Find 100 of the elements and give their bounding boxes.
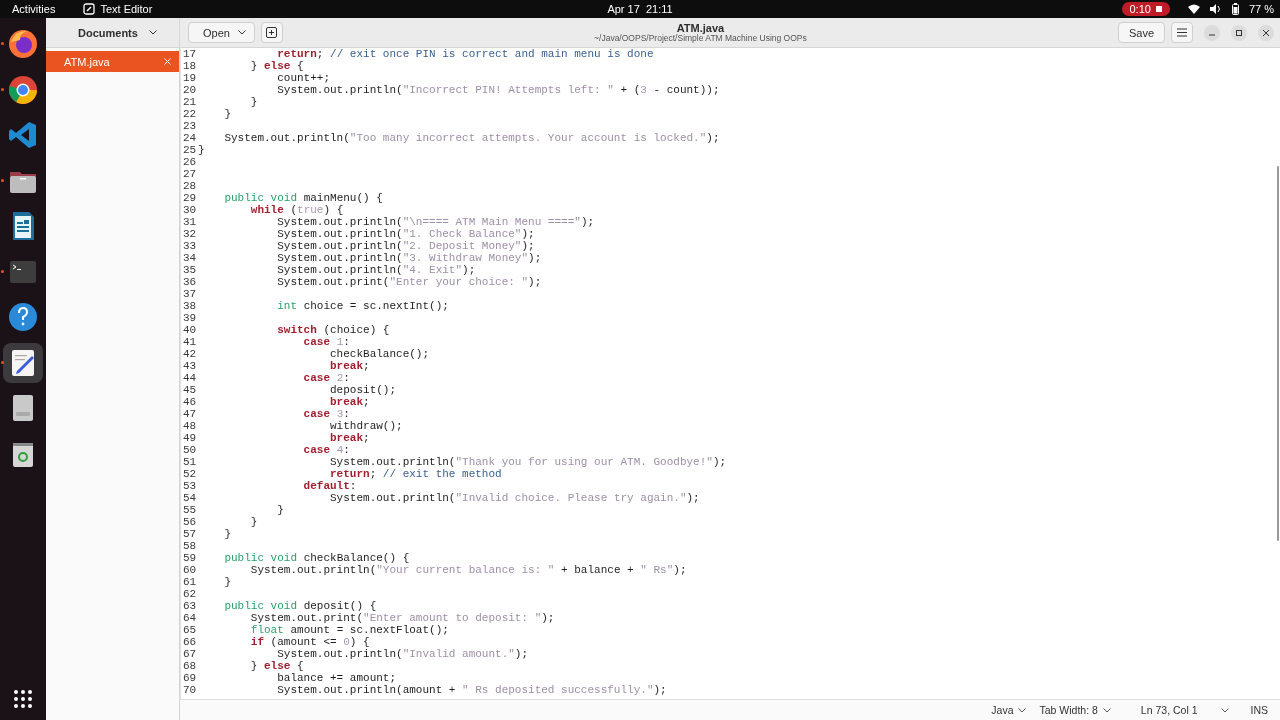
code-line: System.out.println("3. Withdraw Money");: [276, 252, 542, 264]
line-number: 68: [182, 660, 198, 672]
line-number: 34: [182, 252, 198, 264]
code-line: break;: [329, 360, 370, 372]
line-number: 67: [182, 648, 198, 660]
code-line: float amount = sc.nextFloat();: [249, 624, 449, 636]
line-number: 30: [182, 204, 198, 216]
activities-button[interactable]: Activities: [12, 3, 56, 15]
fox-browser-icon[interactable]: [7, 28, 39, 60]
code-line: int choice = sc.nextInt();: [276, 300, 449, 312]
line-number: 69: [182, 672, 198, 684]
cursor-position[interactable]: Ln 73, Col 1: [1140, 704, 1198, 716]
line-number: 40: [182, 324, 198, 336]
circle-browser-icon[interactable]: [7, 73, 39, 106]
language-dropdown[interactable]: Java: [991, 704, 1027, 716]
sidebar-title[interactable]: Documents: [78, 26, 138, 39]
line-number: 55: [182, 504, 198, 516]
code-line: System.out.print("Enter your choice: ");: [276, 276, 542, 288]
line-number: 39: [182, 312, 198, 324]
line-number: 17: [182, 48, 198, 60]
line-number: 41: [182, 336, 198, 348]
line-number: 19: [182, 72, 198, 84]
line-number: 54: [182, 492, 198, 504]
code-line: System.out.println("Invalid amount.");: [276, 648, 529, 660]
code-line: case 3:: [302, 408, 350, 420]
line-number: 64: [182, 612, 198, 624]
code-line: System.out.println("Incorrect PIN! Attempts left: " + (3 - count));: [276, 84, 720, 96]
code-line: }: [276, 504, 284, 516]
recording-indicator[interactable]: 0:10: [1121, 2, 1170, 16]
tab-width-dropdown[interactable]: Tab Width: 8: [1039, 704, 1111, 716]
line-number: 18: [182, 60, 198, 72]
minimize-button[interactable]: [1204, 24, 1220, 41]
scrollbar-thumb[interactable]: [1277, 166, 1279, 541]
close-icon[interactable]: [164, 58, 171, 65]
code-line: }: [249, 96, 258, 108]
maximize-button[interactable]: [1231, 24, 1247, 41]
code-line: deposit();: [329, 384, 397, 396]
open-button[interactable]: Open: [188, 22, 255, 43]
code-editor-icon[interactable]: [7, 119, 39, 151]
line-number: 62: [182, 588, 198, 600]
line-number: 46: [182, 396, 198, 408]
app-grid-icon[interactable]: [13, 689, 33, 709]
code-line: return; // exit once PIN is correct and main menu is done: [276, 48, 654, 60]
document-item[interactable]: ATM.java: [46, 51, 179, 72]
menu-button[interactable]: [1171, 22, 1193, 43]
code-line: break;: [329, 432, 370, 444]
code-line: }: [249, 516, 258, 528]
line-number: 66: [182, 636, 198, 648]
code-line: }: [223, 108, 231, 120]
plus-square-icon: [266, 27, 278, 38]
line-number: 24: [182, 132, 198, 144]
line-number: 25: [182, 144, 198, 156]
line-number: 60: [182, 564, 198, 576]
line-number: 35: [182, 264, 198, 276]
line-number: 56: [182, 516, 198, 528]
line-number: 42: [182, 348, 198, 360]
line-number: 44: [182, 372, 198, 384]
code-line: System.out.println("Too many incorrect attempts. Your account is locked.");: [223, 132, 720, 144]
battery-percentage[interactable]: 77 %: [1248, 3, 1274, 15]
line-number: 26: [182, 156, 198, 168]
battery-icon: [1231, 3, 1239, 15]
code-line: default:: [302, 480, 357, 492]
clock[interactable]: Apr 17 21:11: [607, 3, 673, 15]
help-icon[interactable]: [7, 301, 39, 333]
line-number: 27: [182, 168, 198, 180]
line-number: 53: [182, 480, 198, 492]
code-line: case 4:: [302, 444, 350, 456]
line-number: 48: [182, 420, 198, 432]
code-line: System.out.println("Invalid choice. Please try again.");: [329, 492, 700, 504]
line-number: 29: [182, 192, 198, 204]
window-title: ATM.java: [676, 21, 725, 34]
code-line: System.out.println("\n==== ATM Main Menu ====");: [276, 216, 595, 228]
menu-icon: [1177, 28, 1187, 37]
caret-icon: [1018, 707, 1027, 713]
save-button[interactable]: Save: [1117, 22, 1165, 43]
code-line: case 2:: [302, 372, 350, 384]
line-number: 28: [182, 180, 198, 192]
line-number: 51: [182, 456, 198, 468]
code-line: count++;: [276, 72, 331, 84]
code-line: break;: [329, 396, 370, 408]
close-button[interactable]: [1258, 24, 1274, 41]
app-menu[interactable]: Text Editor: [100, 3, 153, 15]
line-number: 58: [182, 540, 198, 552]
line-number: 21: [182, 96, 198, 108]
line-number: 23: [182, 120, 198, 132]
line-number: 47: [182, 408, 198, 420]
new-tab-button[interactable]: [260, 22, 283, 43]
caret-icon[interactable]: [149, 30, 157, 35]
code-line: public void mainMenu() {: [223, 192, 383, 204]
volume-icon: [1209, 4, 1222, 14]
caret-icon[interactable]: [1221, 707, 1230, 713]
code-line: System.out.println("2. Deposit Money");: [276, 240, 535, 252]
insert-mode[interactable]: INS: [1250, 704, 1268, 716]
code-line: withdraw();: [329, 420, 403, 432]
code-line: System.out.println("Thank you for using our ATM. Goodbye!");: [329, 456, 727, 468]
maximize-icon: [1235, 28, 1243, 37]
pencil-document-icon: [83, 3, 96, 15]
code-line: System.out.print("Enter amount to deposit: ");: [249, 612, 555, 624]
code-line: public void checkBalance() {: [223, 552, 410, 564]
code-line: }: [223, 528, 231, 540]
